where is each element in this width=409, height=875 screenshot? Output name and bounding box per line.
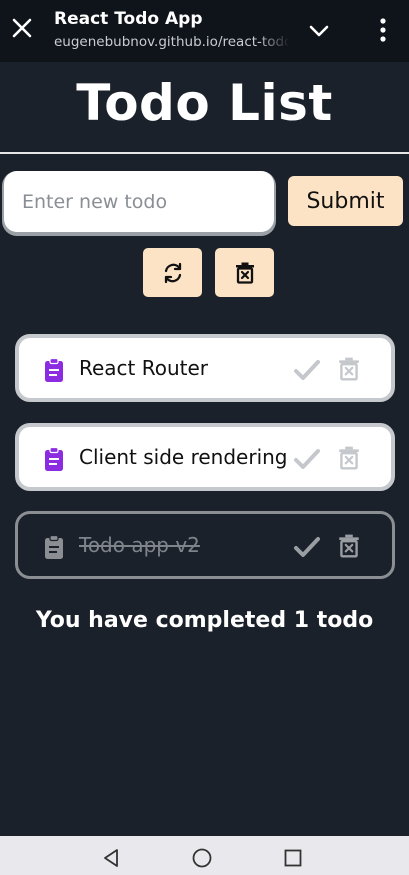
- trash-x-icon: [235, 262, 254, 284]
- circle-home-icon[interactable]: [192, 848, 212, 868]
- clear-all-button[interactable]: [215, 248, 274, 297]
- todo-text: React Router: [79, 356, 209, 380]
- new-todo-input[interactable]: [4, 171, 274, 232]
- page-title: Todo List: [76, 74, 333, 132]
- browser-url[interactable]: eugenebubnov.github.io/react-todo-app: [54, 34, 288, 50]
- refresh-button[interactable]: [143, 248, 202, 297]
- todo-item-completed: Todo app v2: [15, 511, 395, 579]
- chevron-down-icon[interactable]: [306, 18, 332, 44]
- clipboard-icon: [45, 535, 63, 559]
- submit-button[interactable]: Submit: [288, 176, 403, 226]
- browser-top-bar: React Todo App eugenebubnov.github.io/re…: [0, 0, 409, 62]
- todo-item: Client side rendering: [15, 423, 395, 491]
- trash-icon[interactable]: [337, 356, 361, 382]
- trash-icon[interactable]: [337, 533, 361, 559]
- refresh-icon: [164, 262, 181, 283]
- more-vert-icon[interactable]: [372, 16, 394, 44]
- todo-item: React Router: [15, 334, 395, 402]
- todo-text: Todo app v2: [79, 533, 200, 557]
- check-icon[interactable]: [293, 535, 321, 559]
- clipboard-icon: [45, 447, 63, 471]
- todo-text: Client side rendering: [79, 445, 288, 469]
- clipboard-icon: [45, 358, 63, 382]
- url-fade: [258, 32, 290, 52]
- browser-page-title: React Todo App: [54, 9, 203, 29]
- square-recents-icon[interactable]: [283, 848, 303, 868]
- trash-icon[interactable]: [337, 445, 361, 471]
- check-icon[interactable]: [293, 358, 321, 382]
- completed-summary: You have completed 1 todo: [35, 608, 374, 633]
- triangle-back-icon[interactable]: [101, 848, 121, 868]
- close-icon[interactable]: [8, 14, 36, 42]
- title-divider: [0, 152, 409, 154]
- system-nav-bar: [0, 836, 409, 875]
- check-icon[interactable]: [293, 447, 321, 471]
